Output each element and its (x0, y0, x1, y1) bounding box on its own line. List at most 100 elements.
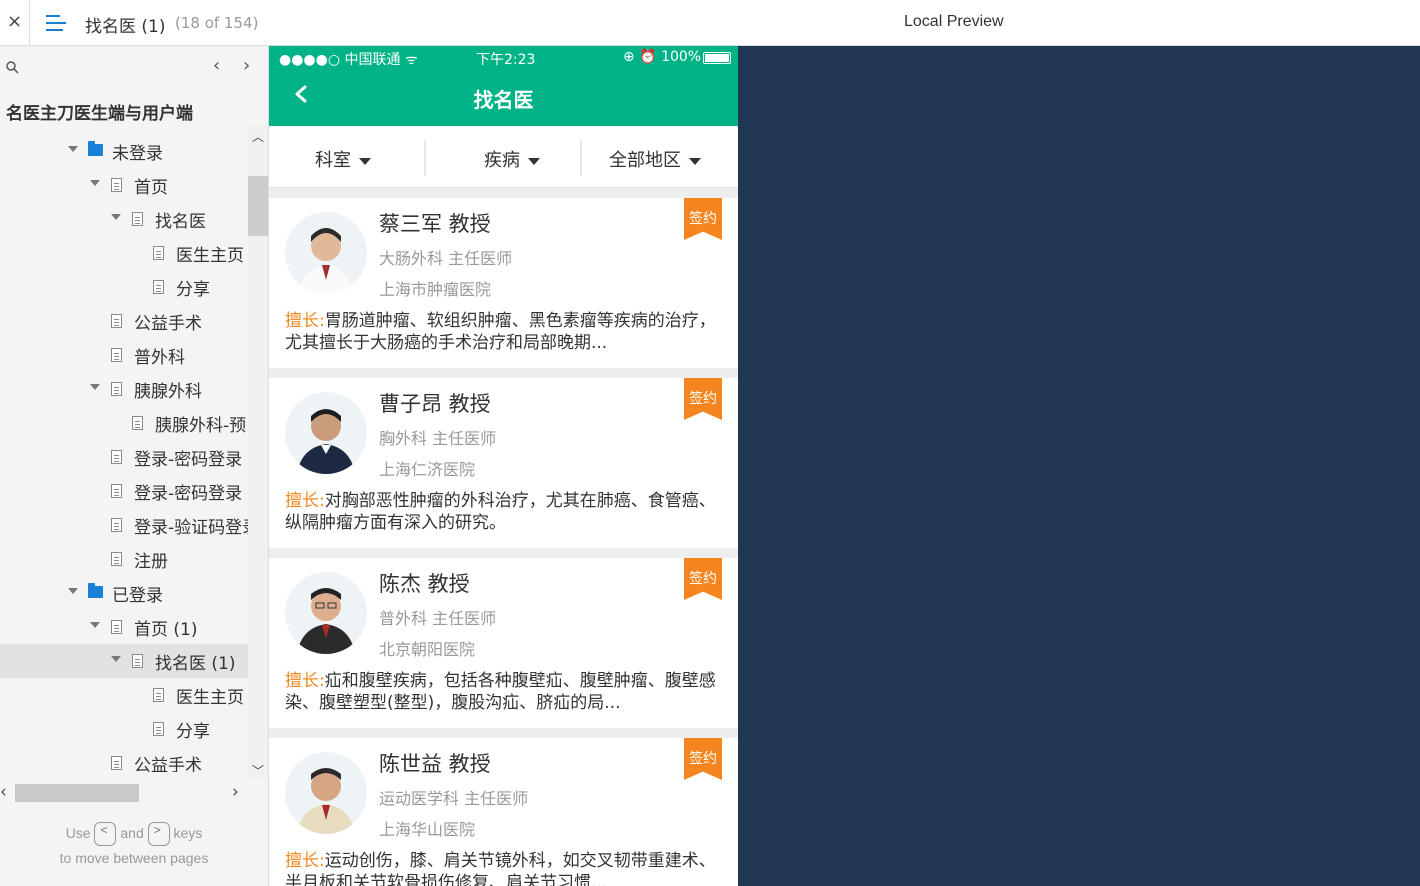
signed-badge: 签约 (684, 738, 722, 780)
doctor-name: 陈杰 教授 (379, 572, 470, 596)
scrollbar-thumb[interactable] (248, 176, 268, 236)
doctor-name: 曹子昂 教授 (379, 392, 491, 416)
signed-badge: 签约 (684, 198, 722, 240)
doctor-specialty: 擅长:对胸部恶性肿瘤的外科治疗，尤其在肺癌、食管癌、纵隔肿瘤方面有深入的研究。 (285, 490, 725, 534)
expand-toggle-icon[interactable] (68, 588, 78, 594)
filter-disease[interactable]: 疾病 (484, 146, 540, 172)
tree-item-page[interactable]: 找名医 (0, 202, 248, 236)
expand-toggle-icon[interactable] (90, 384, 100, 390)
page-icon (153, 722, 164, 736)
expand-toggle-icon[interactable] (90, 180, 100, 186)
page-icon (153, 246, 164, 260)
tree-item-label: 分享 (176, 722, 210, 742)
battery-text: ⊕ ⏰ 100% (623, 49, 702, 65)
tree-item-label: 未登录 (112, 144, 163, 164)
page-tree: 未登录 首页 找名医 医生主页 分享 公益手术 普外科 胰腺外科 胰腺外科-预 … (0, 134, 248, 772)
scrollbar-thumb[interactable] (15, 784, 139, 802)
doctor-avatar (285, 752, 367, 834)
chevron-left-icon[interactable]: ‹ (0, 782, 7, 802)
doctor-department: 大肠外科 主任医师 (379, 249, 513, 268)
page-icon (111, 484, 122, 498)
expand-toggle-icon[interactable] (111, 214, 121, 220)
page-icon (111, 552, 122, 566)
folder-icon (88, 141, 103, 156)
hint-text: to move between pages (59, 850, 209, 867)
page-title: 找名医 (1) (85, 17, 166, 37)
tree-item-folder[interactable]: 已登录 (0, 576, 248, 610)
search-icon[interactable] (6, 61, 19, 74)
preview-title: Local Preview (904, 13, 1004, 30)
tree-item-page[interactable]: 首页 (0, 168, 248, 202)
tree-item-page[interactable]: 公益手术 (0, 746, 248, 772)
doctor-specialty: 擅长:胃肠道肿瘤、软组织肿瘤、黑色素瘤等疾病的治疗，尤其擅长于大肠癌的手术治疗和… (285, 310, 725, 354)
close-button[interactable]: × (0, 0, 30, 46)
tree-item-page[interactable]: 登录-验证码登录 (0, 508, 248, 542)
tree-item-label: 已登录 (112, 586, 163, 606)
hint-text: and (120, 825, 144, 841)
tree-item-label: 登录-验证码登录 (134, 518, 248, 538)
filter-department[interactable]: 科室 (315, 146, 371, 172)
prev-key-icon: < (94, 822, 117, 847)
chevron-up-icon[interactable]: ︿ (252, 128, 264, 145)
tree-item-folder[interactable]: 未登录 (0, 134, 248, 168)
expand-toggle-icon[interactable] (90, 622, 100, 628)
tree-item-page[interactable]: 医生主页 (0, 678, 248, 712)
tree-item-label: 分享 (176, 280, 210, 300)
filter-label: 疾病 (484, 150, 520, 171)
status-bar: ●●●●○ 中国联通 ᯤ 下午2:23 ⊕ ⏰ 100% (269, 46, 738, 70)
folder-icon (88, 583, 103, 598)
tree-item-page[interactable]: 普外科 (0, 338, 248, 372)
doctor-hospital: 上海市肿瘤医院 (379, 280, 492, 299)
doctor-card[interactable]: 陈世益 教授 运动医学科 主任医师 上海华山医院 擅长:运动创伤，膝、肩关节镜外… (269, 738, 738, 886)
phone-preview: ●●●●○ 中国联通 ᯤ 下午2:23 ⊕ ⏰ 100% 找名医 科室 疾病 全… (269, 46, 738, 886)
specialty-text: 胃肠道肿瘤、软组织肿瘤、黑色素瘤等疾病的治疗，尤其擅长于大肠癌的手术治疗和局部晚… (285, 311, 716, 353)
caret-down-icon (689, 157, 701, 165)
tree-item-label: 医生主页 (176, 246, 244, 266)
tree-item-page[interactable]: 登录-密码登录 (0, 474, 248, 508)
filter-region[interactable]: 全部地区 (609, 146, 701, 172)
page-icon (111, 756, 122, 770)
page-icon (132, 654, 143, 668)
tree-item-page[interactable]: 登录-密码登录 (0, 440, 248, 474)
caret-down-icon (528, 157, 540, 165)
specialty-text: 疝和腹壁疾病，包括各种腹壁疝、腹壁肿瘤、腹壁感染、腹壁塑型(整型)，腹股沟疝、脐… (285, 671, 716, 713)
tree-item-label: 首页 (134, 178, 168, 198)
expand-toggle-icon[interactable] (68, 146, 78, 152)
chevron-down-icon[interactable]: ﹀ (252, 762, 264, 779)
page-icon (132, 416, 143, 430)
tree-item-page[interactable]: 注册 (0, 542, 248, 576)
specialty-label: 擅长: (285, 311, 325, 331)
doctor-avatar (285, 392, 367, 474)
tree-item-page[interactable]: 胰腺外科-预 (0, 406, 248, 440)
horizontal-scrollbar[interactable]: ‹ › (0, 782, 248, 804)
page-icon (132, 212, 143, 226)
specialty-label: 擅长: (285, 671, 325, 691)
doctor-department: 胸外科 主任医师 (379, 429, 497, 448)
chevron-right-icon[interactable]: › (232, 782, 239, 802)
menu-icon[interactable] (46, 13, 68, 33)
tree-item-label: 登录-密码登录 (134, 450, 243, 470)
next-page-button[interactable]: › (243, 55, 250, 76)
tree-item-page[interactable]: 分享 (0, 270, 248, 304)
tree-item-page[interactable]: 公益手术 (0, 304, 248, 338)
tree-item-label: 首页 (1) (134, 620, 198, 640)
page-icon (111, 348, 122, 362)
prev-page-button[interactable]: ‹ (213, 55, 220, 76)
doctor-avatar (285, 212, 367, 294)
vertical-scrollbar[interactable]: ︿ ﹀ (248, 126, 268, 778)
doctor-card[interactable]: 曹子昂 教授 胸外科 主任医师 上海仁济医院 擅长:对胸部恶性肿瘤的外科治疗，尤… (269, 378, 738, 548)
doctor-card[interactable]: 蔡三军 教授 大肠外科 主任医师 上海市肿瘤医院 擅长:胃肠道肿瘤、软组织肿瘤、… (269, 198, 738, 368)
tree-item-page-selected[interactable]: 找名医 (1) (0, 644, 248, 678)
specialty-label: 擅长: (285, 851, 325, 871)
doctor-specialty: 擅长:运动创伤，膝、肩关节镜外科，如交叉韧带重建术、半月板和关节软骨损伤修复、肩… (285, 850, 725, 886)
top-bar: × 找名医 (1) (18 of 154) Local Preview (0, 0, 1420, 46)
hint-text: Use (65, 825, 91, 841)
tree-item-page[interactable]: 胰腺外科 (0, 372, 248, 406)
doctor-card[interactable]: 陈杰 教授 普外科 主任医师 北京朝阳医院 擅长:疝和腹壁疾病，包括各种腹壁疝、… (269, 558, 738, 728)
navigation-hint: Use < and > keys to move between pages (0, 821, 268, 871)
expand-toggle-icon[interactable] (111, 656, 121, 662)
tree-item-page[interactable]: 首页 (1) (0, 610, 248, 644)
tree-item-page[interactable]: 医生主页 (0, 236, 248, 270)
tree-item-label: 普外科 (134, 348, 185, 368)
tree-item-page[interactable]: 分享 (0, 712, 248, 746)
